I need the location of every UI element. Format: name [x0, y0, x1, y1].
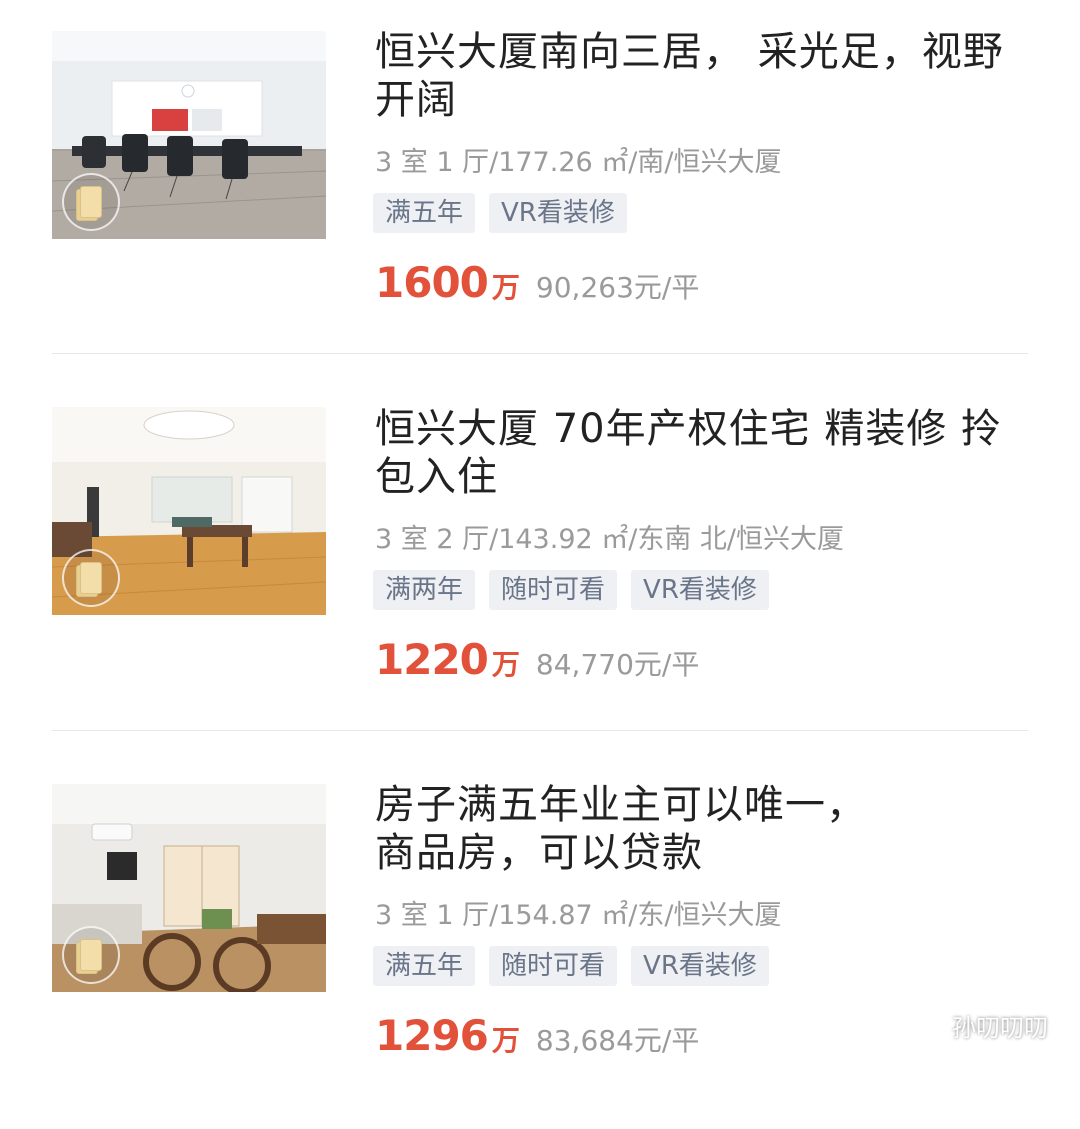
listing-title[interactable]: 恒兴大厦 70年产权住宅 精装修 拎包入住 [375, 405, 1035, 501]
tag: 满两年 [373, 570, 476, 610]
vr-icon[interactable] [62, 926, 120, 984]
price-row: 1600 万 90,263元/平 [375, 258, 699, 307]
divider [52, 730, 1028, 731]
total-price: 1220 [375, 635, 489, 684]
tag: VR看装修 [489, 193, 627, 233]
listing-meta: 3 室 2 厅/143.92 ㎡/东南 北/恒兴大厦 [375, 524, 845, 555]
listing-photo[interactable] [52, 784, 326, 992]
unit-price: 84,770元/平 [535, 648, 700, 681]
listing-card[interactable]: 恒兴大厦 70年产权住宅 精装修 拎包入住 3 室 2 厅/143.92 ㎡/东… [0, 377, 1080, 753]
watermark: 孙叨叨叨 [916, 1008, 1048, 1043]
tag-list: 满五年 随时可看 VR看装修 [373, 946, 769, 986]
tag: VR看装修 [631, 946, 769, 986]
listing-photo[interactable] [52, 407, 326, 615]
price-unit: 万 [491, 271, 520, 304]
tag: 随时可看 [489, 946, 618, 986]
listing-card[interactable]: 恒兴大厦南向三居， 采光足，视野开阔 3 室 1 厅/177.26 ㎡/南/恒兴… [0, 0, 1080, 376]
listing-title[interactable]: 房子满五年业主可以唯一，商品房，可以贷款 [375, 781, 895, 877]
tag-list: 满两年 随时可看 VR看装修 [373, 570, 769, 610]
wechat-icon [916, 1013, 946, 1037]
listing-meta: 3 室 1 厅/154.87 ㎡/东/恒兴大厦 [375, 900, 782, 931]
vr-icon[interactable] [62, 549, 120, 607]
listing-photo[interactable] [52, 31, 326, 239]
total-price: 1296 [375, 1011, 489, 1060]
listing-meta: 3 室 1 厅/177.26 ㎡/南/恒兴大厦 [375, 147, 782, 178]
listing-title[interactable]: 恒兴大厦南向三居， 采光足，视野开阔 [375, 28, 1035, 124]
tag: 满五年 [373, 193, 476, 233]
divider [52, 353, 1028, 354]
tag: 随时可看 [489, 570, 618, 610]
price-row: 1296 万 83,684元/平 [375, 1011, 699, 1060]
tag: 满五年 [373, 946, 476, 986]
price-row: 1220 万 84,770元/平 [375, 635, 699, 684]
total-price: 1600 [375, 258, 489, 307]
listing-card[interactable]: 房子满五年业主可以唯一，商品房，可以贷款 3 室 1 厅/154.87 ㎡/东/… [0, 753, 1080, 1129]
unit-price: 83,684元/平 [535, 1024, 700, 1057]
price-unit: 万 [491, 1024, 520, 1057]
watermark-text: 孙叨叨叨 [952, 1014, 1048, 1042]
tag-list: 满五年 VR看装修 [373, 193, 627, 233]
vr-icon[interactable] [62, 173, 120, 231]
tag: VR看装修 [631, 570, 769, 610]
unit-price: 90,263元/平 [535, 271, 700, 304]
price-unit: 万 [491, 648, 520, 681]
